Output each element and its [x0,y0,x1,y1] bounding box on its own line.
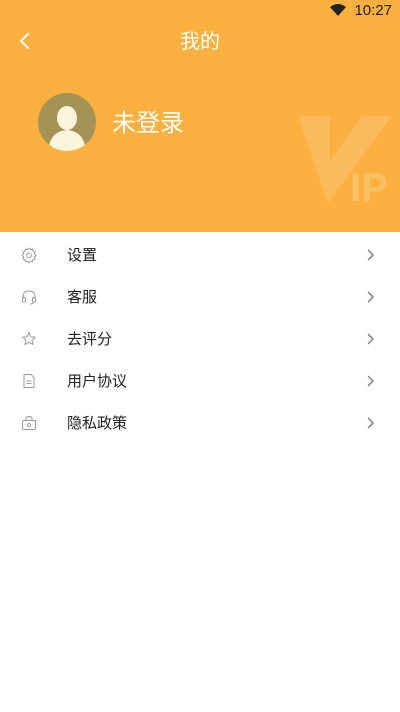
chevron-right-icon [367,417,374,429]
star-icon [22,332,36,346]
chevron-right-icon [367,249,374,261]
status-bar: 10:27 [0,0,400,22]
menu-item-customer-service[interactable]: 客服 [0,276,400,318]
menu-item-label: 用户协议 [67,372,128,390]
headset-icon [22,290,36,305]
chevron-right-icon [367,333,374,345]
menu-item-settings[interactable]: 设置 [0,234,400,276]
login-label[interactable]: 未登录 [112,106,184,140]
avatar-icon [48,106,86,151]
vip-watermark: IP [298,116,392,209]
lock-bag-icon [22,415,36,430]
vip-watermark-text: IP [350,166,388,209]
menu-item-privacy-policy[interactable]: 隐私政策 [0,402,400,444]
page-title: 我的 [180,29,220,53]
document-icon [23,374,35,388]
menu-item-user-agreement[interactable]: 用户协议 [0,360,400,402]
wifi-icon [330,4,346,16]
gear-icon [21,247,37,263]
profile-header: 10:27 我的 未登录 IP [0,0,400,232]
chevron-right-icon [367,291,374,303]
avatar[interactable] [38,93,96,151]
menu-item-label: 设置 [67,246,98,264]
chevron-right-icon [367,375,374,387]
menu-item-label: 去评分 [67,330,113,348]
menu-item-rate[interactable]: 去评分 [0,318,400,360]
settings-menu: 设置 客服 去评分 用户协议 隐私政策 [0,234,400,444]
menu-item-label: 客服 [67,288,98,306]
status-time: 10:27 [354,2,392,19]
menu-item-label: 隐私政策 [67,414,128,432]
